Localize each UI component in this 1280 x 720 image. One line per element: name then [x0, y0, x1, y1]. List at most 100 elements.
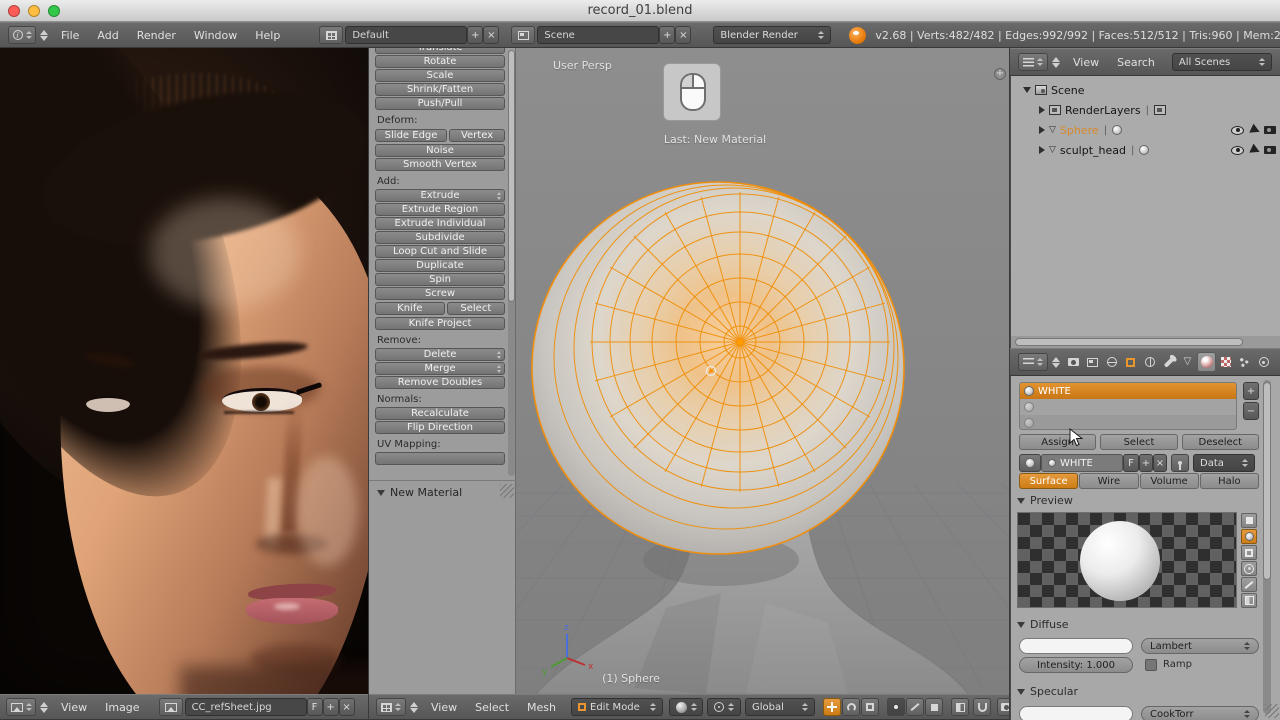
editor-type-button[interactable] — [1018, 353, 1048, 371]
outliner-row-sphere[interactable]: ▽ Sphere | — [1011, 120, 1280, 140]
image-name-field[interactable]: CC_refSheet.jpg — [184, 698, 307, 716]
toolshelf-button-translate[interactable]: Translate — [375, 48, 505, 54]
material-slot[interactable] — [1020, 399, 1236, 415]
layout-name-field[interactable]: Default — [345, 26, 468, 44]
outliner-hscrollbar[interactable] — [1010, 336, 1280, 348]
material-fake-user-button[interactable]: F — [1123, 454, 1139, 472]
toolshelf-button-recalculate[interactable]: Recalculate — [375, 407, 505, 420]
editor-type-button[interactable] — [376, 698, 406, 716]
manipulator-translate-toggle[interactable] — [823, 698, 842, 716]
render-mode-wire-button[interactable]: Wire — [1079, 473, 1139, 489]
toolshelf-button-merge[interactable]: Merge — [375, 362, 505, 375]
select-button[interactable]: Select — [1100, 434, 1178, 450]
menu-mesh[interactable]: Mesh — [518, 701, 565, 714]
face-select-mode-button[interactable] — [925, 698, 944, 716]
tab-object[interactable] — [1121, 352, 1140, 372]
operator-redo-panel[interactable]: New Material — [369, 480, 516, 504]
material-new-button[interactable]: + — [1139, 454, 1153, 472]
toolshelf-button-knife-select[interactable]: Select — [446, 302, 505, 315]
panel-resize-grip[interactable] — [500, 484, 514, 498]
visibility-eye-icon[interactable] — [1231, 125, 1244, 135]
material-slot[interactable] — [1020, 415, 1236, 429]
specular-panel-header[interactable]: Specular — [1017, 685, 1078, 698]
selectable-arrow-icon[interactable] — [1249, 123, 1262, 137]
scene-delete-button[interactable]: × — [675, 26, 692, 44]
toolshelf-button-extrude-region[interactable]: Extrude Region — [375, 203, 505, 216]
toolshelf-button-partial[interactable] — [375, 452, 505, 465]
outliner-row-sculpt-head[interactable]: ▽ sculpt_head | — [1011, 140, 1280, 160]
pin-id-button[interactable] — [1171, 454, 1189, 472]
menu-add[interactable]: Add — [88, 29, 127, 42]
slot-remove-button[interactable]: − — [1243, 402, 1259, 420]
snap-toggle[interactable] — [973, 698, 992, 716]
preview-world-button[interactable] — [1241, 593, 1257, 608]
menu-view[interactable]: View — [1064, 56, 1108, 69]
menu-window[interactable]: Window — [185, 29, 246, 42]
image-browse-button[interactable] — [158, 698, 183, 716]
image-fake-user-button[interactable]: F — [306, 698, 323, 716]
corner-resize-grip[interactable] — [1265, 704, 1279, 718]
outliner-hscrollbar-thumb[interactable] — [1015, 338, 1243, 346]
toolshelf-button-subdivide[interactable]: Subdivide — [375, 231, 505, 244]
image-new-button[interactable]: + — [322, 698, 339, 716]
menu-render[interactable]: Render — [128, 29, 185, 42]
toolshelf-button-scale[interactable]: Scale — [375, 69, 505, 82]
specular-shader-dropdown[interactable]: CookTorr — [1141, 706, 1259, 720]
header-collapse-icon[interactable] — [40, 29, 48, 41]
menu-image[interactable]: Image — [96, 701, 148, 714]
menu-view[interactable]: View — [422, 701, 466, 714]
toolshelf-button-spin[interactable]: Spin — [375, 273, 505, 286]
toolshelf-button-push-pull[interactable]: Push/Pull — [375, 97, 505, 110]
limit-to-visible-toggle[interactable] — [951, 698, 970, 716]
toolshelf-scrollbar[interactable] — [508, 50, 515, 476]
tab-material[interactable] — [1197, 352, 1216, 372]
edge-select-mode-button[interactable] — [906, 698, 925, 716]
editor-type-button[interactable] — [6, 698, 36, 716]
preview-sphere-button[interactable] — [1241, 529, 1257, 544]
tab-object-data[interactable]: ▽ — [1178, 352, 1197, 372]
material-name-field[interactable]: WHITE — [1041, 454, 1123, 472]
material-slot-list[interactable]: WHITE — [1019, 382, 1237, 430]
toolshelf-button-delete[interactable]: Delete — [375, 348, 505, 361]
renderable-camera-icon[interactable] — [1264, 126, 1276, 134]
expand-icon[interactable] — [1039, 146, 1045, 154]
render-mode-volume-button[interactable]: Volume — [1139, 473, 1199, 489]
toolshelf-button-knife[interactable]: Knife — [375, 302, 445, 315]
diffuse-shader-dropdown[interactable]: Lambert — [1141, 638, 1259, 654]
header-collapse-icon[interactable] — [1052, 56, 1060, 68]
outliner-row-renderlayers[interactable]: RenderLayers | — [1011, 100, 1280, 120]
preview-panel-header[interactable]: Preview — [1017, 494, 1073, 507]
layout-browse-button[interactable] — [319, 26, 344, 44]
scene-add-button[interactable]: + — [659, 26, 676, 44]
selectable-arrow-icon[interactable] — [1249, 143, 1262, 157]
scene-browse-button[interactable] — [511, 26, 536, 44]
tab-particles[interactable] — [1235, 352, 1254, 372]
tab-modifiers[interactable] — [1159, 352, 1178, 372]
toolshelf-button-duplicate[interactable]: Duplicate — [375, 259, 505, 272]
toolshelf-button-smooth-vertex[interactable]: Smooth Vertex — [375, 158, 505, 171]
manipulator-rotate-toggle[interactable] — [842, 698, 861, 716]
diffuse-color-field[interactable] — [1019, 638, 1133, 654]
image-unlink-button[interactable]: × — [338, 698, 355, 716]
sphere-pole-vertex[interactable] — [737, 339, 743, 345]
toolshelf-button-knife-project[interactable]: Knife Project — [375, 317, 505, 330]
toolshelf-button-screw[interactable]: Screw — [375, 287, 505, 300]
vertex-select-mode-button[interactable] — [887, 698, 906, 716]
ramp-checkbox[interactable] — [1145, 659, 1157, 671]
editor-type-button[interactable] — [1018, 53, 1048, 71]
header-collapse-icon[interactable] — [40, 701, 48, 713]
menu-file[interactable]: File — [52, 29, 88, 42]
preview-flat-button[interactable] — [1241, 513, 1257, 528]
outliner-row-scene[interactable]: Scene — [1011, 80, 1280, 100]
layout-delete-button[interactable]: × — [483, 26, 500, 44]
toolshelf-button-shrink-fatten[interactable]: Shrink/Fatten — [375, 83, 505, 96]
expand-icon[interactable] — [1039, 106, 1045, 114]
toolshelf-button-extrude[interactable]: Extrude — [375, 189, 505, 202]
region-divider[interactable] — [368, 48, 369, 720]
sphere-object[interactable] — [531, 181, 905, 555]
preview-hair-button[interactable] — [1241, 577, 1257, 592]
region-divider[interactable] — [1009, 48, 1010, 720]
mode-dropdown[interactable]: Edit Mode — [571, 698, 664, 716]
diffuse-intensity-slider[interactable]: Intensity: 1.000 — [1019, 657, 1133, 673]
tab-render[interactable] — [1064, 352, 1083, 372]
